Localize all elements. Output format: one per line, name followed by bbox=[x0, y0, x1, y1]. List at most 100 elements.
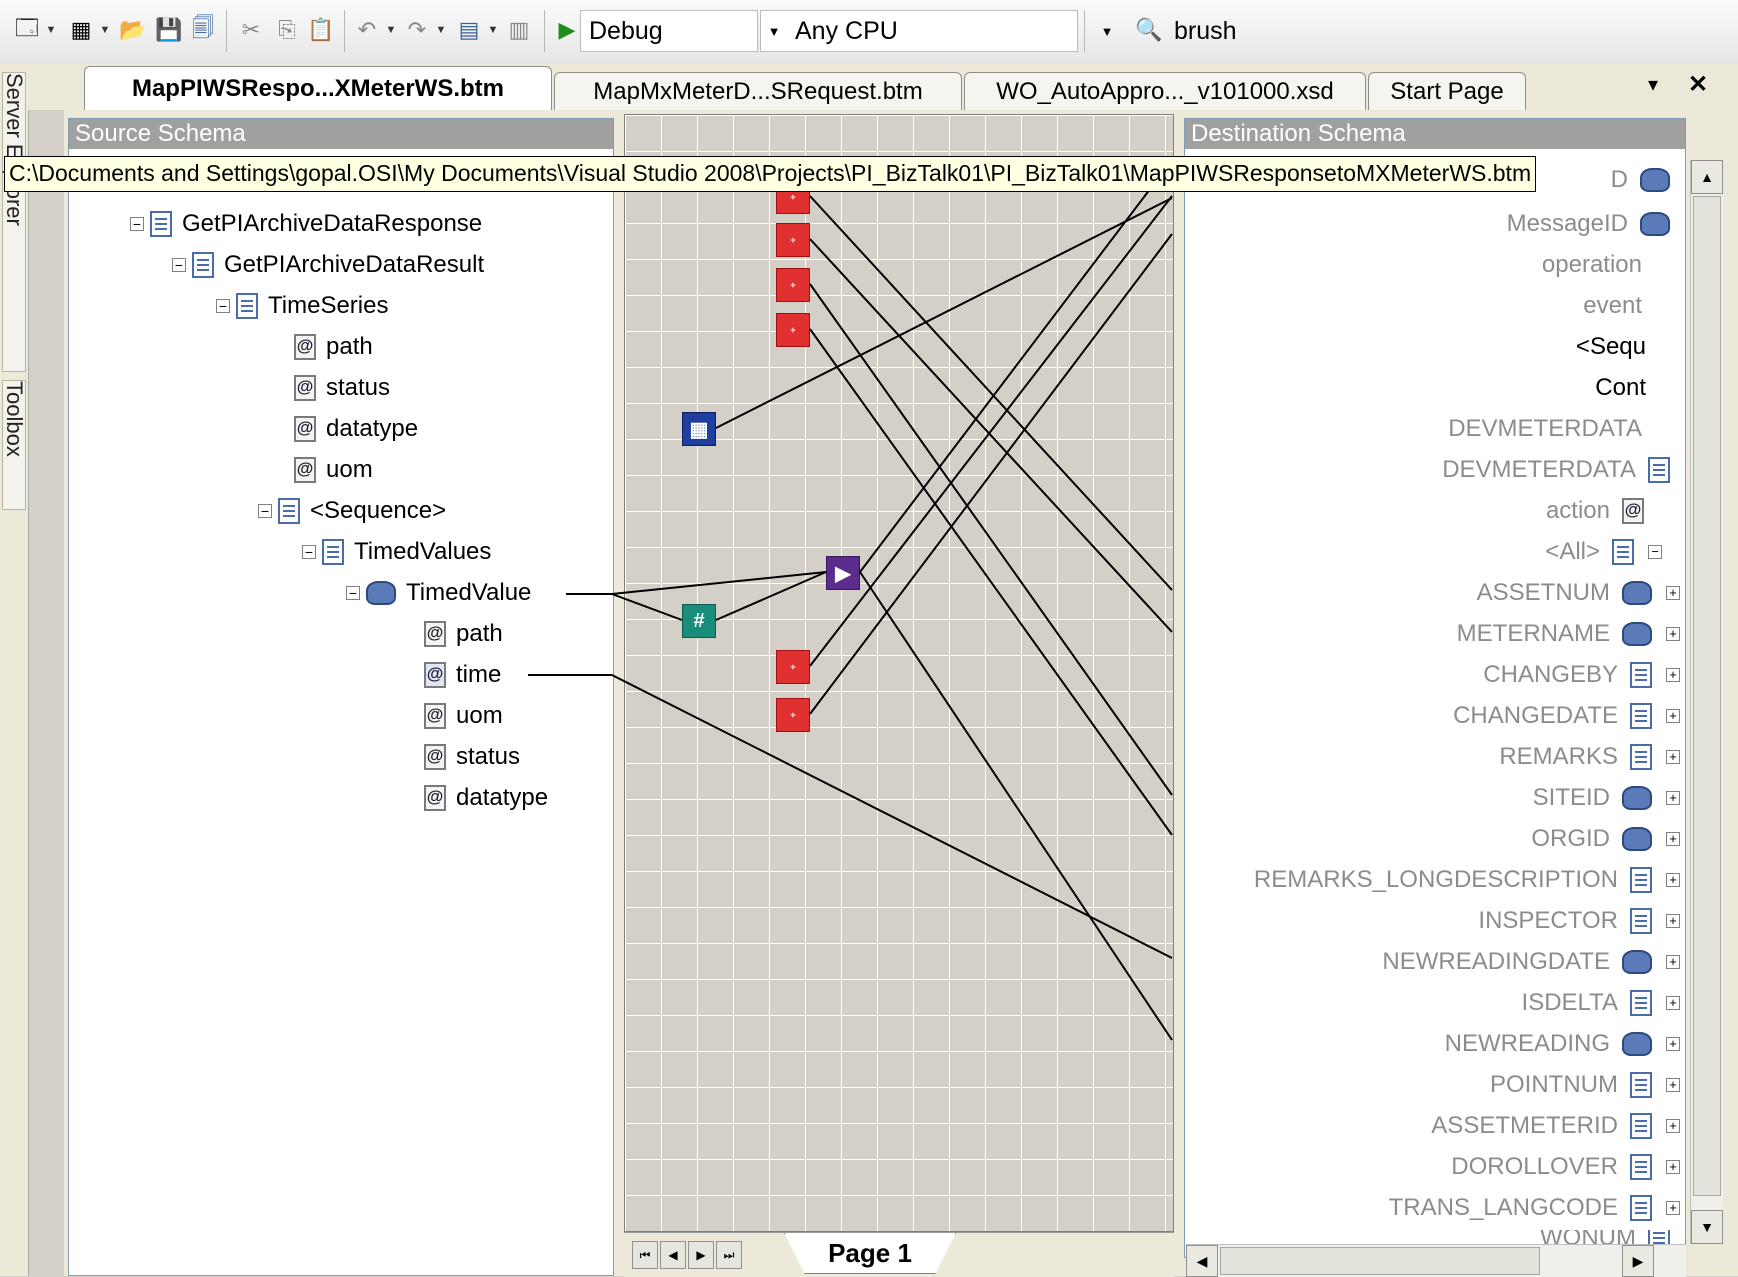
cut-icon[interactable]: ✂ bbox=[236, 12, 266, 48]
dest-node-assetnum[interactable]: ASSETNUM + bbox=[1477, 579, 1680, 607]
navigate-forward-icon[interactable]: ▥ bbox=[504, 12, 534, 48]
previous-page-icon[interactable]: ◀ bbox=[660, 1241, 686, 1269]
string-concatenate-functoid-icon[interactable]: + bbox=[776, 223, 810, 257]
scrollbar-thumb[interactable] bbox=[1693, 196, 1721, 1196]
expand-icon[interactable]: + bbox=[1666, 914, 1680, 928]
string-concatenate-functoid-icon[interactable]: + bbox=[776, 650, 810, 684]
navigate-dropdown[interactable]: ▼ bbox=[486, 12, 500, 48]
scroll-right-icon[interactable]: ▶ bbox=[1622, 1245, 1654, 1277]
dest-node-event[interactable]: event bbox=[1583, 292, 1642, 320]
collapse-icon[interactable]: − bbox=[1648, 545, 1662, 559]
dest-node-content[interactable]: Cont bbox=[1595, 374, 1646, 402]
tab-start-page[interactable]: Start Page bbox=[1368, 72, 1526, 110]
undo-dropdown[interactable]: ▼ bbox=[384, 12, 398, 48]
page-tab[interactable]: Page 1 bbox=[784, 1233, 956, 1274]
new-project-dropdown[interactable]: ▼ bbox=[44, 12, 58, 48]
dest-node-changeby[interactable]: CHANGEBY + bbox=[1483, 661, 1680, 689]
scroll-down-icon[interactable]: ▼ bbox=[1691, 1210, 1723, 1244]
platform-combo[interactable]: ▼ Any CPU bbox=[760, 10, 1078, 52]
scroll-up-icon[interactable]: ▲ bbox=[1691, 160, 1723, 194]
dest-node-operation[interactable]: operation bbox=[1542, 251, 1642, 279]
expand-icon[interactable]: + bbox=[1666, 791, 1680, 805]
tree-node-time[interactable]: @ time bbox=[424, 661, 501, 689]
string-concatenate-functoid-icon[interactable]: + bbox=[776, 313, 810, 347]
tree-node-datatype-attr-2[interactable]: @ datatype bbox=[424, 784, 548, 812]
dest-node-orgid[interactable]: ORGID + bbox=[1531, 825, 1680, 853]
redo-icon[interactable]: ↷ bbox=[402, 12, 432, 48]
redo-dropdown[interactable]: ▼ bbox=[434, 12, 448, 48]
navigate-backward-icon[interactable]: ▤ bbox=[454, 12, 484, 48]
expand-icon[interactable]: + bbox=[1666, 1201, 1680, 1215]
expand-icon[interactable]: + bbox=[1666, 750, 1680, 764]
dest-node-remarks[interactable]: REMARKS + bbox=[1499, 743, 1680, 771]
dest-node-devmeterdata-parent[interactable]: DEVMETERDATA bbox=[1448, 415, 1642, 443]
chevron-down-icon[interactable]: ▼ bbox=[1094, 24, 1120, 39]
dest-node-trans-langcode[interactable]: TRANS_LANGCODE + bbox=[1389, 1194, 1680, 1222]
save-icon[interactable]: 💾 bbox=[154, 12, 184, 48]
save-all-icon[interactable]: 🗐 bbox=[188, 12, 218, 48]
dest-node-messageid[interactable]: MessageID bbox=[1507, 210, 1680, 238]
first-page-icon[interactable]: ⏮ bbox=[632, 1241, 658, 1269]
solution-configuration-combo[interactable]: Debug bbox=[580, 10, 758, 52]
expand-icon[interactable]: + bbox=[1666, 668, 1680, 682]
tree-node-timedvalue[interactable]: − TimedValue bbox=[346, 579, 531, 607]
add-item-icon[interactable]: ▦ bbox=[66, 12, 96, 48]
expand-icon[interactable]: + bbox=[1666, 1078, 1680, 1092]
scroll-left-icon[interactable]: ◀ bbox=[1186, 1245, 1218, 1277]
collapse-icon[interactable]: − bbox=[302, 545, 316, 559]
dest-node-remarks-longdescription[interactable]: REMARKS_LONGDESCRIPTION + bbox=[1254, 866, 1680, 894]
tree-node-path-attr-2[interactable]: @ path bbox=[424, 620, 503, 648]
tree-node-status-attr[interactable]: @ status bbox=[294, 374, 390, 402]
dest-node-devmeterdata[interactable]: DEVMETERDATA bbox=[1442, 456, 1680, 484]
collapse-icon[interactable]: − bbox=[346, 586, 360, 600]
expand-icon[interactable]: + bbox=[1666, 586, 1680, 600]
expand-icon[interactable]: + bbox=[1666, 627, 1680, 641]
expand-icon[interactable]: + bbox=[1666, 1119, 1680, 1133]
paste-icon[interactable]: 📋 bbox=[306, 12, 336, 48]
tree-node-datatype-attr[interactable]: @ datatype bbox=[294, 415, 418, 443]
copy-icon[interactable]: ⎘ bbox=[272, 12, 302, 48]
dest-node-sequence[interactable]: <Sequ bbox=[1576, 333, 1646, 361]
dest-node-newreadingdate[interactable]: NEWREADINGDATE + bbox=[1382, 948, 1680, 976]
collapse-icon[interactable]: − bbox=[172, 258, 186, 272]
expand-icon[interactable]: + bbox=[1666, 832, 1680, 846]
dest-node-action[interactable]: action @ bbox=[1546, 497, 1654, 525]
undo-icon[interactable]: ↶ bbox=[352, 12, 382, 48]
find-combo[interactable]: brush bbox=[1166, 10, 1738, 52]
new-project-icon[interactable]: 🗔 bbox=[12, 12, 42, 48]
dest-node-inspector[interactable]: INSPECTOR + bbox=[1478, 907, 1680, 935]
collapse-icon[interactable]: − bbox=[258, 504, 272, 518]
dest-node-pointnum[interactable]: POINTNUM + bbox=[1490, 1071, 1680, 1099]
expand-icon[interactable]: + bbox=[1666, 996, 1680, 1010]
dest-node-siteid[interactable]: SITEID + bbox=[1533, 784, 1680, 812]
tab-mapmxmeterdata[interactable]: MapMxMeterD...SRequest.btm bbox=[554, 72, 962, 110]
dest-node-newreading[interactable]: NEWREADING + bbox=[1445, 1030, 1680, 1058]
tab-wo-autoapproval[interactable]: WO_AutoAppro..._v101000.xsd bbox=[964, 72, 1366, 110]
mapper-grid[interactable] bbox=[624, 114, 1174, 1232]
expand-icon[interactable]: + bbox=[1666, 1160, 1680, 1174]
tree-node-path-attr[interactable]: @ path bbox=[294, 333, 373, 361]
scripting-functoid-icon[interactable]: ▦ bbox=[682, 412, 716, 446]
tree-node-status-attr-2[interactable]: @ status bbox=[424, 743, 520, 771]
open-file-icon[interactable]: 📂 bbox=[118, 12, 148, 48]
destination-vertical-scrollbar[interactable]: ▲ ▼ bbox=[1690, 160, 1723, 1244]
tree-node-getpiarchivedataresponse[interactable]: − GetPIArchiveDataResponse bbox=[130, 210, 482, 238]
looping-functoid-icon[interactable]: ▶ bbox=[826, 556, 860, 590]
start-debugging-icon[interactable]: ▶ bbox=[552, 12, 582, 48]
dest-node-metername[interactable]: METERNAME + bbox=[1457, 620, 1680, 648]
tree-node-uom-attr-2[interactable]: @ uom bbox=[424, 702, 503, 730]
scrollbar-thumb[interactable] bbox=[1220, 1247, 1540, 1275]
tree-node-sequence[interactable]: − <Sequence> bbox=[258, 497, 446, 525]
expand-icon[interactable]: + bbox=[1666, 873, 1680, 887]
tab-list-dropdown-icon[interactable]: ▾ bbox=[1648, 72, 1658, 97]
string-concatenate-functoid-icon[interactable]: + bbox=[776, 698, 810, 732]
collapse-icon[interactable]: − bbox=[130, 217, 144, 231]
tab-mappiwsresponse[interactable]: MapPIWSRespo...XMeterWS.btm bbox=[84, 66, 552, 110]
dest-node-dorollover[interactable]: DOROLLOVER + bbox=[1451, 1153, 1680, 1181]
destination-horizontal-scrollbar[interactable]: ◀ ▶ bbox=[1186, 1244, 1686, 1277]
server-explorer-tab[interactable]: Server Explorer bbox=[2, 72, 27, 372]
collapse-icon[interactable]: − bbox=[216, 299, 230, 313]
record-count-functoid-icon[interactable]: # bbox=[682, 604, 716, 638]
find-in-files-icon[interactable]: 🔍 bbox=[1134, 12, 1164, 48]
expand-icon[interactable]: + bbox=[1666, 955, 1680, 969]
